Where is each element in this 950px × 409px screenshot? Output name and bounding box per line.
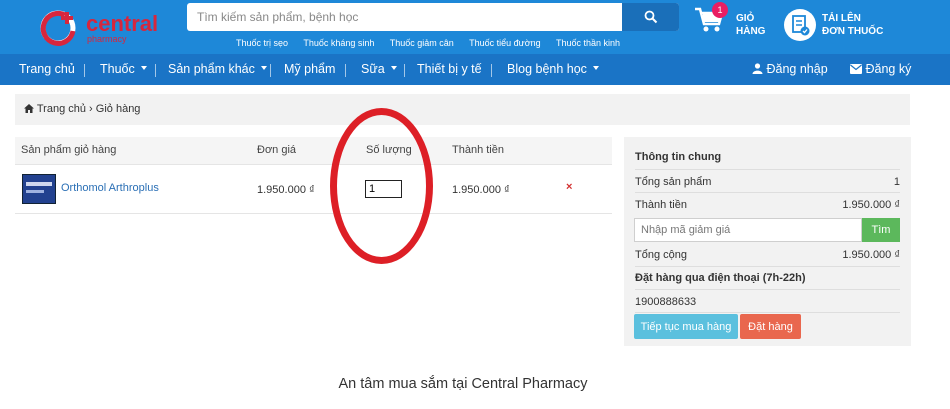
envelope-icon xyxy=(850,64,862,74)
nav-divider xyxy=(84,64,85,77)
upload-prescription-button[interactable] xyxy=(784,9,816,41)
cart-count-badge: 1 xyxy=(712,2,728,18)
caret-down-icon xyxy=(260,65,267,70)
unit-price: 1.950.000 ₫ xyxy=(257,184,315,196)
search-button[interactable] xyxy=(622,3,679,31)
nav-item-cosmetics[interactable]: Mỹ phẩm xyxy=(284,62,335,76)
place-order-button[interactable]: Đặt hàng xyxy=(740,314,801,339)
coupon-input[interactable] xyxy=(634,218,862,242)
summary-divider xyxy=(635,312,900,313)
column-header-product: Sản phẩm giỏ hàng xyxy=(21,144,117,156)
caret-down-icon xyxy=(592,65,599,70)
cart-label-line1: GIỎ xyxy=(736,13,755,24)
home-icon xyxy=(24,104,34,113)
subtotal-value: 1.950.000 ₫ xyxy=(842,199,900,211)
quick-link[interactable]: Thuốc kháng sinh xyxy=(303,38,374,48)
quick-link[interactable]: Thuốc thần kinh xyxy=(556,38,620,48)
trust-section-title: An tâm mua sắm tại Central Pharmacy xyxy=(338,376,588,392)
caret-down-icon xyxy=(140,65,147,70)
nav-divider xyxy=(345,64,346,77)
breadcrumb-home[interactable]: Trang chủ xyxy=(37,103,86,115)
column-header-total: Thành tiền xyxy=(452,144,504,156)
search-input[interactable] xyxy=(187,3,621,31)
register-label: Đăng ký xyxy=(865,62,912,76)
user-icon xyxy=(752,63,763,74)
nav-item-blog[interactable]: Blog bệnh học xyxy=(507,62,599,76)
nav-divider xyxy=(404,64,405,77)
search-icon xyxy=(644,10,657,24)
summary-divider xyxy=(635,266,900,267)
nav-item-label: Thuốc xyxy=(100,62,135,76)
logo-mark-icon xyxy=(40,10,76,46)
caret-down-icon xyxy=(390,65,397,70)
quick-link[interactable]: Thuốc tiểu đường xyxy=(469,38,540,48)
nav-item-medicine[interactable]: Thuốc xyxy=(100,62,147,76)
row-divider xyxy=(15,164,612,165)
nav-divider xyxy=(155,64,156,77)
site-header: central pharmacy Thuốc trị sẹo Thuốc khá… xyxy=(0,0,950,54)
summary-divider xyxy=(635,169,900,170)
nav-item-other-products[interactable]: Sản phẩm khác xyxy=(168,62,267,76)
nav-divider xyxy=(270,64,271,77)
logo-subtext: pharmacy xyxy=(87,34,127,44)
cart-label[interactable]: GIỎ HÀNG xyxy=(736,12,765,38)
total-products-value: 1 xyxy=(893,176,900,188)
breadcrumb-current: Giỏ hàng xyxy=(95,103,141,115)
nav-item-home[interactable]: Trang chủ xyxy=(19,62,75,76)
quick-link[interactable]: Thuốc giảm cân xyxy=(390,38,454,48)
nav-item-label: Blog bệnh học xyxy=(507,62,587,76)
nav-item-label: Sản phẩm khác xyxy=(168,62,255,76)
phone-number[interactable]: 1900888633 xyxy=(635,296,900,308)
nav-item-medical-devices[interactable]: Thiết bị y tế xyxy=(417,62,482,76)
phone-order-label: Đặt hàng qua điện thoại (7h-22h) xyxy=(635,272,806,284)
search-bar xyxy=(187,3,679,31)
remove-item-icon[interactable]: × xyxy=(566,181,572,193)
login-label: Đăng nhập xyxy=(766,62,828,76)
upload-label-line1: TẢI LÊN xyxy=(822,13,861,24)
upload-label-line2: ĐƠN THUỐC xyxy=(822,26,884,37)
main-nav: Trang chủ Thuốc Sản phẩm khác Mỹ phẩm Sữ… xyxy=(0,54,950,85)
nav-divider xyxy=(491,64,492,77)
continue-shopping-button[interactable]: Tiếp tục mua hàng xyxy=(634,314,738,339)
prescription-upload-icon xyxy=(792,15,810,36)
row-divider xyxy=(15,213,612,214)
coupon-search-button[interactable]: Tìm xyxy=(862,218,900,242)
breadcrumb: Trang chủ › Giỏ hàng xyxy=(15,94,910,125)
nav-item-milk[interactable]: Sữa xyxy=(361,62,397,76)
order-summary-panel: Thông tin chung Tổng sản phẩm 1 Thành ti… xyxy=(624,137,911,346)
product-image[interactable] xyxy=(22,174,56,204)
summary-divider xyxy=(635,192,900,193)
site-logo[interactable]: central pharmacy xyxy=(40,6,165,48)
product-name-link[interactable]: Orthomol Arthroplus xyxy=(61,182,159,194)
login-link[interactable]: Đăng nhập xyxy=(752,62,828,76)
summary-title: Thông tin chung xyxy=(635,151,722,163)
column-header-unit-price: Đơn giá xyxy=(257,144,297,156)
nav-item-label: Sữa xyxy=(361,62,385,76)
summary-divider xyxy=(635,289,900,290)
line-total: 1.950.000 ₫ xyxy=(452,184,510,196)
breadcrumb-separator: › xyxy=(89,103,93,115)
upload-prescription-label[interactable]: TẢI LÊN ĐƠN THUỐC xyxy=(822,12,883,38)
cart-label-line2: HÀNG xyxy=(736,26,766,37)
quick-links: Thuốc trị sẹo Thuốc kháng sinh Thuốc giả… xyxy=(236,38,633,48)
quick-link[interactable]: Thuốc trị sẹo xyxy=(236,38,288,48)
grand-total-value: 1.950.000 ₫ xyxy=(842,249,900,261)
highlight-circle-annotation xyxy=(330,108,433,264)
register-link[interactable]: Đăng ký xyxy=(850,62,911,76)
